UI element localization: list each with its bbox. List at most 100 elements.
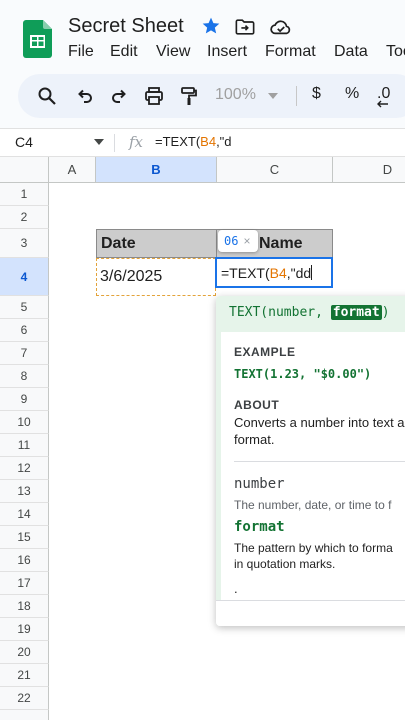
- undo-icon: [78, 89, 92, 103]
- column-header-a[interactable]: A: [49, 157, 96, 183]
- example-code: TEXT(1.23, "$0.00"): [234, 367, 372, 381]
- text-cursor: [311, 265, 313, 280]
- row-header-15[interactable]: 15: [0, 526, 49, 549]
- chip-value: 06: [224, 234, 239, 248]
- row-header-5[interactable]: 5: [0, 296, 49, 319]
- row-header-9[interactable]: 9: [0, 388, 49, 411]
- row-header-8[interactable]: 8: [0, 365, 49, 388]
- signature-suffix: ): [381, 305, 390, 320]
- arg-format-desc-line2: in quotation marks.: [234, 557, 336, 571]
- help-divider: [234, 461, 405, 462]
- popup-footer: [216, 600, 405, 626]
- row-header-6[interactable]: 6: [0, 319, 49, 342]
- row-header-18[interactable]: 18: [0, 595, 49, 618]
- function-signature[interactable]: TEXT(number, format): [216, 296, 405, 332]
- signature-prefix: TEXT(number,: [229, 305, 331, 320]
- redo-icon: [112, 89, 126, 103]
- formula-input[interactable]: =TEXT(B4,"d: [155, 134, 232, 149]
- row-header-12[interactable]: 12: [0, 457, 49, 480]
- formula-ref: B4: [200, 134, 217, 149]
- sheets-app: Secret Sheet File Edit View Insert Forma…: [0, 0, 405, 720]
- row-header-13[interactable]: 13: [0, 480, 49, 503]
- currency-format-button[interactable]: $: [312, 85, 321, 103]
- about-text-line1: Converts a number into text a: [234, 415, 405, 430]
- cell-b4[interactable]: 3/6/2025: [96, 258, 216, 296]
- zoom-select[interactable]: 100%: [215, 86, 256, 104]
- move-to-folder-icon[interactable]: [235, 18, 255, 36]
- menu-format[interactable]: Format: [265, 43, 316, 61]
- about-label: ABOUT: [234, 398, 280, 412]
- row-header-23[interactable]: [0, 710, 49, 720]
- formula-suffix: ,"d: [216, 134, 232, 149]
- column-header-b[interactable]: B: [96, 157, 217, 183]
- document-title[interactable]: Secret Sheet: [68, 15, 184, 38]
- undo-button[interactable]: [73, 84, 97, 108]
- formula-bar: C4 fx =TEXT(B4,"d: [0, 128, 405, 157]
- row-header-1[interactable]: 1: [0, 183, 49, 206]
- search-icon: [38, 87, 56, 105]
- paint-format-button[interactable]: [177, 84, 201, 108]
- cloud-saved-icon[interactable]: [270, 17, 292, 37]
- column-header-d[interactable]: D: [333, 157, 405, 183]
- cell-b3-text: Date: [101, 234, 136, 252]
- menu-view[interactable]: View: [156, 43, 190, 61]
- row-header-21[interactable]: 21: [0, 664, 49, 687]
- toolbar: 100% $ % .0: [18, 74, 405, 118]
- menu-tools[interactable]: Too: [386, 43, 405, 61]
- more-text: .: [234, 581, 238, 596]
- row-header-17[interactable]: 17: [0, 572, 49, 595]
- cell-c4-editor[interactable]: =TEXT(B4,"dd: [215, 257, 333, 288]
- about-text-line2: format.: [234, 432, 275, 447]
- search-menus-button[interactable]: [35, 84, 59, 108]
- function-help-popup: TEXT(number, format) EXAMPLE TEXT(1.23, …: [216, 296, 405, 626]
- sheets-logo-icon[interactable]: [23, 20, 52, 58]
- redo-button[interactable]: [107, 84, 131, 108]
- formula-bar-divider: [114, 134, 115, 152]
- menu-file[interactable]: File: [68, 43, 94, 61]
- paint-format-icon: [181, 87, 197, 105]
- row-header-16[interactable]: 16: [0, 549, 49, 572]
- editor-suffix: ,"dd: [286, 265, 312, 281]
- autocomplete-chip[interactable]: 06 ×: [218, 230, 258, 252]
- spreadsheet-grid: A B C D 1 2 3 4 5 6 7 8 9 10 11 12 13 14…: [0, 157, 405, 720]
- row-header-2[interactable]: 2: [0, 206, 49, 229]
- percent-format-button[interactable]: %: [345, 85, 359, 103]
- row-header-4[interactable]: 4: [0, 258, 49, 296]
- row-header-19[interactable]: 19: [0, 618, 49, 641]
- cell-b4-value: 3/6/2025: [100, 268, 163, 285]
- formula-prefix: =TEXT(: [155, 134, 201, 149]
- menu-data[interactable]: Data: [334, 43, 368, 61]
- example-label: EXAMPLE: [234, 345, 296, 359]
- row-header-10[interactable]: 10: [0, 411, 49, 434]
- arg-format-name: format: [234, 519, 285, 535]
- select-all-corner[interactable]: [0, 157, 49, 183]
- arg-number-desc: The number, date, or time to f: [234, 498, 392, 512]
- print-button[interactable]: [142, 84, 166, 108]
- row-header-20[interactable]: 20: [0, 641, 49, 664]
- name-box-chevron-down-icon[interactable]: [94, 139, 104, 145]
- arg-number-name: number: [234, 476, 285, 492]
- star-icon[interactable]: [201, 16, 221, 36]
- menu-insert[interactable]: Insert: [207, 43, 247, 61]
- arg-format-desc-line1: The pattern by which to forma: [234, 541, 393, 555]
- print-icon: [145, 87, 163, 105]
- menu-edit[interactable]: Edit: [110, 43, 138, 61]
- cell-c3-text: Name: [259, 234, 303, 252]
- row-header-14[interactable]: 14: [0, 503, 49, 526]
- name-box[interactable]: C4: [15, 134, 33, 150]
- toolbar-divider: [296, 86, 297, 106]
- row-header-11[interactable]: 11: [0, 434, 49, 457]
- editor-ref: B4: [269, 265, 287, 281]
- row-header-7[interactable]: 7: [0, 342, 49, 365]
- editor-prefix: =TEXT(: [221, 265, 270, 281]
- zoom-chevron-down-icon: [268, 93, 278, 99]
- close-icon[interactable]: ×: [243, 234, 250, 248]
- signature-active-arg: format: [330, 305, 382, 320]
- decrease-decimal-button[interactable]: .0: [377, 85, 390, 108]
- row-header-22[interactable]: 22: [0, 687, 49, 710]
- column-header-c[interactable]: C: [217, 157, 333, 183]
- cell-b3[interactable]: Date: [96, 229, 217, 258]
- fx-icon: fx: [129, 133, 144, 151]
- row-header-3[interactable]: 3: [0, 229, 49, 258]
- arrow-left-icon: [377, 100, 388, 108]
